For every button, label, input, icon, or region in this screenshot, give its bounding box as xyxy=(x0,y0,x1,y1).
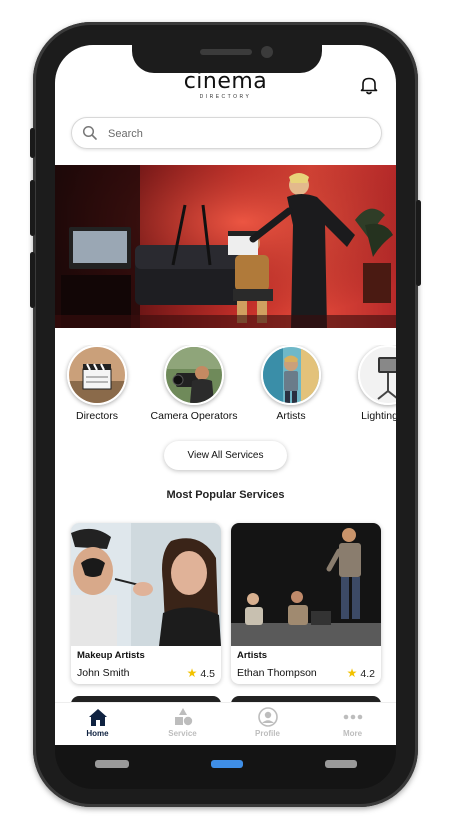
service-card-makeup-artists[interactable]: Makeup Artists John Smith ★ 4.5 xyxy=(71,523,221,684)
card-category: Artists xyxy=(237,650,268,661)
app-logo: cinema DIRECTORY xyxy=(55,69,396,101)
home-icon xyxy=(88,709,107,726)
star-icon: ★ xyxy=(186,666,198,680)
rating-value: 4.5 xyxy=(200,668,215,680)
search-bar xyxy=(71,117,382,149)
mute-switch xyxy=(30,128,35,158)
category-label: Camera Operators xyxy=(150,410,238,422)
power-button xyxy=(416,200,421,286)
service-card-artists[interactable]: Artists Ethan Thompson ★ 4.2 xyxy=(231,523,381,684)
shapes-icon xyxy=(174,708,192,726)
screen: cinema DIRECTORY Search Directors Camera… xyxy=(55,45,396,745)
card-rating: ★ 4.5 xyxy=(187,666,215,680)
tab-home[interactable]: Home xyxy=(55,707,140,738)
nav-back-button[interactable] xyxy=(95,760,129,768)
notification-bell-icon[interactable] xyxy=(358,74,380,96)
category-carousel[interactable]: Directors Camera Operators Artists Light… xyxy=(55,345,396,425)
artist-icon xyxy=(261,345,321,405)
earpiece-speaker xyxy=(200,49,252,55)
tab-label: Home xyxy=(86,729,109,738)
star-icon: ★ xyxy=(346,666,358,680)
logo-wordmark: cinema xyxy=(183,69,268,94)
tab-profile[interactable]: Profile xyxy=(225,707,310,738)
more-icon xyxy=(343,714,362,720)
section-title: Most Popular Services xyxy=(166,489,285,501)
system-nav-bar xyxy=(55,745,396,789)
category-camera-operators[interactable]: Camera Operators xyxy=(139,345,249,422)
user-icon xyxy=(257,707,278,727)
category-label: Directors xyxy=(75,410,118,422)
card-category: Makeup Artists xyxy=(77,650,145,661)
tab-label: Service xyxy=(168,729,197,738)
view-all-services-button[interactable]: View All Services xyxy=(164,441,287,470)
category-lighting-operators[interactable]: Lighting Op xyxy=(333,345,396,422)
film-set-photo xyxy=(55,165,396,328)
tab-service[interactable]: Service xyxy=(140,707,225,738)
card-provider-name: John Smith xyxy=(77,667,130,679)
search-icon xyxy=(82,125,98,141)
camera-operator-icon xyxy=(164,345,224,405)
search-input[interactable] xyxy=(106,123,370,145)
card-photo xyxy=(71,523,221,646)
rating-value: 4.2 xyxy=(360,668,375,680)
logo-subtitle: DIRECTORY xyxy=(199,94,252,100)
volume-down-button xyxy=(30,252,35,308)
category-label: Lighting Op xyxy=(361,410,396,422)
tab-label: Profile xyxy=(255,729,280,738)
card-provider-name: Ethan Thompson xyxy=(237,667,317,679)
nav-recents-button[interactable] xyxy=(325,760,357,768)
bottom-tab-bar: Home Service Profile More xyxy=(55,702,396,745)
nav-home-button[interactable] xyxy=(211,760,243,768)
app-header: cinema DIRECTORY xyxy=(55,71,396,111)
card-photo xyxy=(231,523,381,646)
front-camera xyxy=(261,46,273,58)
tab-more[interactable]: More xyxy=(310,707,395,738)
hero-banner[interactable] xyxy=(55,165,396,328)
card-rating: ★ 4.2 xyxy=(347,666,375,680)
light-stand-icon xyxy=(358,345,396,405)
tab-label: More xyxy=(342,729,363,738)
volume-up-button xyxy=(30,180,35,236)
clapperboard-icon xyxy=(67,345,127,405)
category-directors[interactable]: Directors xyxy=(55,345,152,422)
category-label: Artists xyxy=(276,410,306,422)
category-artists[interactable]: Artists xyxy=(236,345,346,422)
